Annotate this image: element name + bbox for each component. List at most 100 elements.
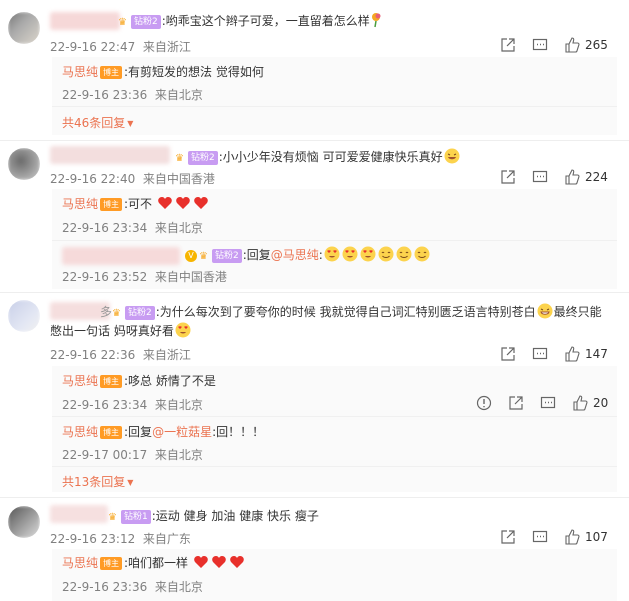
reply-text: 马思纯 博主:哆总 娇情了不是 <box>62 374 216 388</box>
share-icon[interactable] <box>508 395 524 411</box>
comment-icon[interactable] <box>540 395 556 411</box>
crown-icon: ♛ <box>175 153 184 164</box>
like-icon[interactable] <box>564 529 580 545</box>
more-replies-link[interactable]: 共13条回复 ▼ <box>62 473 133 490</box>
share-icon[interactable] <box>500 346 516 362</box>
reply-meta: 22-9-16 23:52 来自中国香港 <box>62 270 227 284</box>
reply-text: 马思纯 博主:咱们都一样 <box>62 554 246 572</box>
crown-icon: ♛ <box>112 308 121 319</box>
crown-icon: ♛ <box>118 17 127 28</box>
reply-actions: 20 <box>460 395 608 411</box>
comment-meta: 22-9-16 22:40 来自中国香港 <box>50 172 215 186</box>
heart-emoji <box>229 554 245 570</box>
heart-emoji <box>175 195 191 211</box>
rose-emoji <box>370 12 384 28</box>
reply-text: 马思纯 博主:有剪短发的想法 觉得如何 <box>62 65 264 79</box>
share-icon[interactable] <box>500 529 516 545</box>
comment-meta: 22-9-16 22:47 来自浙江 <box>50 40 191 54</box>
like-count: 265 <box>585 38 608 52</box>
separator <box>0 292 629 293</box>
divider <box>52 416 617 417</box>
fan-badge: 钻粉2 <box>188 151 218 165</box>
reply-meta: 22-9-16 23:36 来自北京 <box>62 88 203 102</box>
avatar[interactable] <box>8 506 40 538</box>
fan-badge: 钻粉2 <box>212 249 242 263</box>
caret-down-icon: ▼ <box>127 119 134 128</box>
heart-emoji <box>157 195 173 211</box>
like-icon[interactable] <box>564 37 580 53</box>
reply-text: V ♛ 钻粉2:回复@马思纯: <box>185 246 431 264</box>
heart-emoji <box>193 554 209 570</box>
author-badge: 博主 <box>100 426 123 439</box>
blurred-username <box>50 146 170 164</box>
reply-meta: 22-9-16 23:36 来自北京 <box>62 580 203 594</box>
divider <box>52 466 617 467</box>
fan-badge: 钻粉2 <box>125 306 155 320</box>
heart-eyes-emoji <box>175 322 191 338</box>
author-badge: 博主 <box>100 198 123 211</box>
mention-link[interactable]: @马思纯 <box>271 248 319 262</box>
share-icon[interactable] <box>500 169 516 185</box>
reply-meta: 22-9-16 23:34 来自北京 <box>62 221 203 235</box>
fan-badge: 钻粉1 <box>121 510 151 524</box>
comment-text: 多♛ 钻粉2:为什么每次到了要夸你的时候 我就觉得自己词汇特别匮乏语言特别苍白 最终… <box>100 303 602 320</box>
comment-text: ♛ 钻粉2:哟乖宝这个辫子可爱，一直留着怎么样 <box>118 12 384 30</box>
comment-icon[interactable] <box>532 37 548 53</box>
heart-eyes-emoji <box>342 246 358 262</box>
comment-meta: 22-9-16 23:12 来自广东 <box>50 532 191 546</box>
comment-icon[interactable] <box>532 169 548 185</box>
like-count: 224 <box>585 170 608 184</box>
like-count: 20 <box>593 396 609 410</box>
author-badge: 博主 <box>100 66 123 79</box>
reply-author[interactable]: 马思纯 <box>62 425 98 439</box>
reply-author[interactable]: 马思纯 <box>62 374 98 388</box>
comment-meta: 22-9-16 22:36 来自浙江 <box>50 348 191 362</box>
comment-text-line2: 憋出一句话 妈呀真好看 <box>50 322 192 340</box>
avatar[interactable] <box>8 148 40 180</box>
reply-author[interactable]: 马思纯 <box>62 556 98 570</box>
reply-meta: 22-9-16 23:34 来自北京 <box>62 398 203 412</box>
mention-link[interactable]: @一粒菇星 <box>152 425 212 439</box>
separator <box>0 140 629 141</box>
like-icon[interactable] <box>564 169 580 185</box>
comment-text: ♛ 钻粉1:运动 健身 加油 健康 快乐 瘦子 <box>108 509 319 524</box>
comment-actions: 265 <box>484 37 608 53</box>
crown-icon: ♛ <box>108 512 117 523</box>
reply-text: 马思纯 博主:回复@一粒菇星:回！！！ <box>62 425 265 439</box>
reply-text: 马思纯 博主:可不 <box>62 195 210 213</box>
reply-author[interactable]: 马思纯 <box>62 197 98 211</box>
blurred-username <box>62 247 180 265</box>
comment-text: ♛ 钻粉2:小小少年没有烦恼 可可爱爱健康快乐真好 <box>175 148 461 166</box>
crown-icon: ♛ <box>199 251 208 262</box>
share-icon[interactable] <box>500 37 516 53</box>
comment-icon[interactable] <box>532 346 548 362</box>
author-badge: 博主 <box>100 375 123 388</box>
blurred-username <box>50 12 120 30</box>
comment-actions: 147 <box>484 346 608 362</box>
author-badge: 博主 <box>100 557 123 570</box>
blurred-username <box>50 505 108 523</box>
like-count: 147 <box>585 347 608 361</box>
comment-icon[interactable] <box>532 529 548 545</box>
separator <box>0 497 629 498</box>
report-icon[interactable] <box>476 395 492 411</box>
smile-emoji <box>414 246 430 262</box>
comment-actions: 107 <box>484 529 608 545</box>
laughing-emoji <box>444 148 460 164</box>
reply-author[interactable]: 马思纯 <box>62 65 98 79</box>
caret-down-icon: ▼ <box>127 478 134 487</box>
divider <box>52 240 617 241</box>
reply-meta: 22-9-17 00:17 来自北京 <box>62 448 203 462</box>
fan-badge: 钻粉2 <box>131 15 161 29</box>
like-icon[interactable] <box>564 346 580 362</box>
smile-emoji <box>396 246 412 262</box>
avatar[interactable] <box>8 300 40 332</box>
like-count: 107 <box>585 530 608 544</box>
more-replies-link[interactable]: 共46条回复 ▼ <box>62 114 133 131</box>
divider <box>52 106 617 107</box>
heart-eyes-emoji <box>324 246 340 262</box>
grin-sweat-emoji <box>537 303 553 319</box>
avatar[interactable] <box>8 12 40 44</box>
heart-emoji <box>193 195 209 211</box>
like-icon[interactable] <box>572 395 588 411</box>
